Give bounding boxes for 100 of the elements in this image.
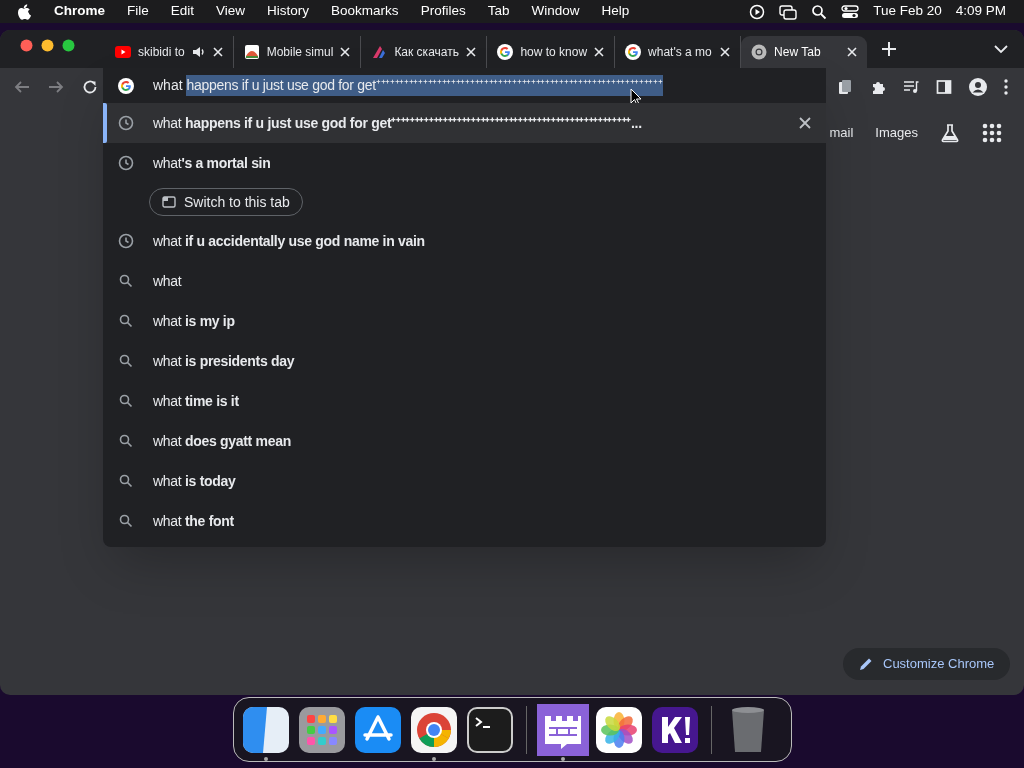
- close-icon[interactable]: [594, 47, 605, 57]
- menu-item[interactable]: Edit: [170, 1, 195, 22]
- suggestion-item[interactable]: what: [103, 261, 826, 301]
- tab-title: New Tab: [774, 44, 822, 61]
- clock-time: 4:09 PM: [955, 2, 1006, 21]
- history-icon: [118, 155, 134, 171]
- header-link[interactable]: Images: [875, 123, 918, 143]
- window-control-icon[interactable]: [62, 38, 75, 52]
- pencil-icon: [859, 657, 873, 671]
- remove-icon[interactable]: [799, 117, 811, 129]
- suggestion-item[interactable]: what is presidents day: [103, 341, 826, 381]
- app-store-icon[interactable]: [355, 706, 401, 753]
- menu-item[interactable]: Tab: [487, 1, 510, 22]
- castle-app-icon[interactable]: [537, 703, 589, 756]
- finder-icon[interactable]: [243, 706, 289, 753]
- suggestion-item[interactable]: what happens if u just use god for get⁺⁺⁺⁺⁺⁺⁺⁺⁺⁺⁺⁺⁺⁺⁺⁺⁺⁺⁺⁺⁺⁺⁺⁺⁺⁺⁺⁺⁺⁺⁺⁺⁺⁺⁺⁺⁺⁺⁺⁺⁺⁺⁺⁺⁺⁺⁺⁺⁺⁺⁺...: [103, 103, 826, 143]
- suggestion-text: what time is it: [153, 391, 239, 411]
- history-icon: [118, 115, 134, 131]
- suggestion-text: what is my ip: [153, 311, 235, 331]
- suggestion-item[interactable]: what's a mortal sin: [103, 143, 826, 183]
- youtube-icon: [115, 46, 131, 58]
- suggestion-text: what does gyatt mean: [153, 431, 291, 451]
- more-icon[interactable]: [1004, 78, 1008, 95]
- google-icon: [118, 77, 134, 94]
- typed-text: what: [153, 76, 184, 95]
- close-icon[interactable]: [212, 47, 223, 57]
- suggestion-item[interactable]: what the font: [103, 501, 826, 541]
- chrome-icon: [751, 44, 768, 60]
- tab-title: Mobile simul: [266, 44, 334, 61]
- suggestion-text: what: [153, 271, 182, 291]
- address-field[interactable]: what happens if u just use god for get⁺⁺⁺⁺⁺⁺⁺⁺⁺⁺⁺⁺⁺⁺⁺⁺⁺⁺⁺⁺⁺⁺⁺⁺⁺⁺⁺⁺⁺⁺⁺⁺⁺⁺⁺⁺⁺⁺⁺⁺⁺⁺⁺⁺⁺⁺⁺⁺⁺⁺⁺⁺⁺⁺⁺⁺⁺⁺⁺⁺⁺: [103, 68, 826, 103]
- header-link[interactable]: mail: [829, 123, 854, 143]
- search-icon: [118, 393, 134, 409]
- menu-item[interactable]: Bookmarks: [331, 1, 399, 22]
- new-tab-icon[interactable]: [881, 41, 898, 57]
- suggestion-item[interactable]: what does gyatt mean: [103, 421, 826, 461]
- browser-tab[interactable]: New Tab: [741, 36, 868, 68]
- suggestion-text: what if u accidentally use god name in vain: [153, 231, 425, 251]
- selected-completion: happens if u just use god for get⁺⁺⁺⁺⁺⁺⁺⁺⁺⁺⁺⁺⁺⁺⁺⁺⁺⁺⁺⁺⁺⁺⁺⁺⁺⁺⁺⁺⁺⁺⁺⁺⁺⁺⁺⁺⁺⁺⁺⁺⁺⁺⁺⁺⁺⁺⁺⁺⁺⁺⁺⁺⁺⁺⁺⁺⁺⁺⁺⁺⁺: [186, 75, 663, 96]
- arrow-logo-icon: [371, 45, 388, 59]
- search-icon: [118, 313, 134, 329]
- tab-title: Как скачать: [394, 44, 460, 61]
- app-menu[interactable]: Chrome: [54, 1, 105, 22]
- suggestion-text: what is presidents day: [153, 351, 295, 371]
- screens-icon[interactable]: [779, 3, 798, 20]
- suggestion-text: what happens if u just use god for get⁺⁺⁺⁺⁺⁺⁺⁺⁺⁺⁺⁺⁺⁺⁺⁺⁺⁺⁺⁺⁺⁺⁺⁺⁺⁺⁺⁺⁺⁺⁺⁺⁺⁺⁺⁺⁺⁺⁺⁺⁺⁺⁺⁺⁺⁺⁺⁺⁺⁺⁺...: [153, 113, 642, 133]
- close-icon[interactable]: [847, 47, 858, 57]
- play-icon[interactable]: [749, 3, 766, 20]
- photos-icon[interactable]: [596, 706, 642, 753]
- control-center-icon[interactable]: [841, 3, 860, 20]
- google-icon: [497, 44, 514, 60]
- tab-title: what's a mo: [648, 44, 713, 61]
- suggestion-item[interactable]: what if u accidentally use god name in vain: [103, 221, 826, 261]
- google-icon: [625, 44, 642, 60]
- clock-date: Tue Feb 20: [873, 2, 942, 21]
- speaker-icon[interactable]: [191, 46, 206, 58]
- profile-icon[interactable]: [969, 77, 987, 96]
- window-control-icon[interactable]: [20, 38, 33, 52]
- search-icon[interactable]: [811, 3, 828, 20]
- window-control-icon[interactable]: [41, 38, 54, 52]
- search-icon: [118, 473, 134, 489]
- suggestion-item[interactable]: what time is it: [103, 381, 826, 421]
- forward-icon[interactable]: [48, 78, 64, 95]
- search-icon: [118, 513, 134, 529]
- reload-icon[interactable]: [82, 78, 98, 95]
- close-icon[interactable]: [720, 47, 731, 57]
- menu-item[interactable]: Profiles: [420, 1, 466, 22]
- suggestion-item[interactable]: what is today: [103, 461, 826, 501]
- apps-grid-icon[interactable]: [982, 123, 1002, 143]
- menu-item[interactable]: View: [216, 1, 246, 22]
- apple-icon[interactable]: [18, 3, 32, 20]
- customize-button[interactable]: Customize Chrome: [843, 648, 1011, 680]
- search-icon: [118, 433, 134, 449]
- tab-title: skibidi to: [138, 44, 185, 61]
- tab-icon: [162, 196, 176, 208]
- side-panel-icon[interactable]: [936, 78, 952, 95]
- tab-title: how to know: [520, 44, 588, 61]
- close-icon[interactable]: [466, 47, 477, 57]
- menu-item[interactable]: History: [267, 1, 310, 22]
- reading-list-icon[interactable]: [837, 78, 853, 95]
- kahoot-icon[interactable]: [652, 706, 698, 753]
- suggestion-text: what is today: [153, 471, 236, 491]
- menu-item[interactable]: Help: [601, 1, 630, 22]
- menu-item[interactable]: File: [127, 1, 149, 22]
- suggestion-text: what the font: [153, 511, 234, 531]
- history-icon: [118, 233, 134, 249]
- suggestion-item[interactable]: what is my ip: [103, 301, 826, 341]
- back-icon[interactable]: [14, 78, 30, 95]
- media-icon[interactable]: [903, 79, 919, 94]
- flask-icon[interactable]: [940, 123, 960, 143]
- close-icon[interactable]: [340, 47, 351, 57]
- terminal-icon[interactable]: [467, 706, 513, 753]
- suggestion-text: what's a mortal sin: [153, 153, 271, 173]
- chrome-icon[interactable]: [411, 706, 457, 753]
- picture-icon: [243, 44, 260, 60]
- menu-item[interactable]: Window: [531, 1, 580, 22]
- search-icon: [118, 353, 134, 369]
- search-icon: [118, 273, 134, 289]
- chevron-down-icon[interactable]: [994, 44, 1008, 54]
- launchpad-icon[interactable]: [299, 706, 345, 753]
